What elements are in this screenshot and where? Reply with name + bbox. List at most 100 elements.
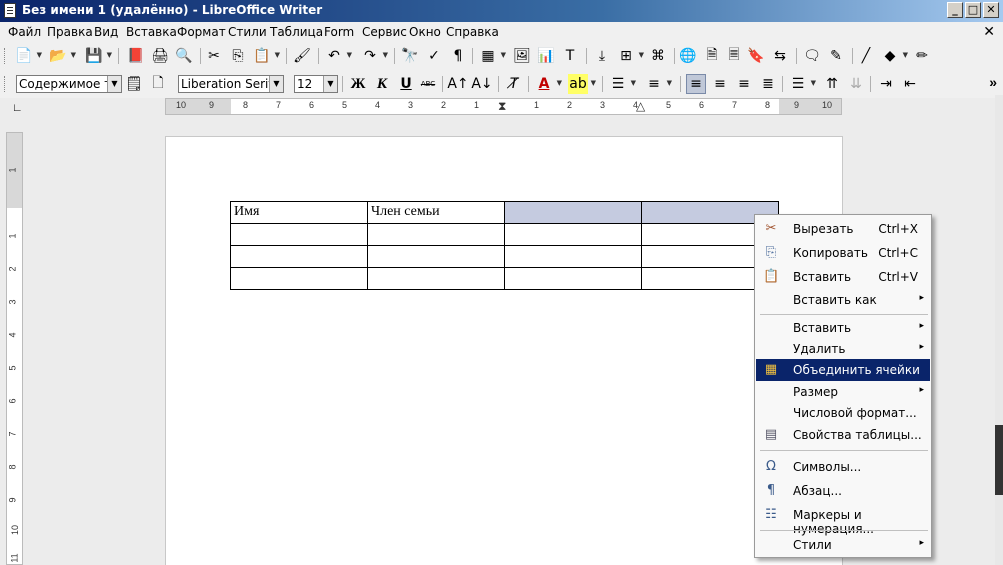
menu-styles[interactable]: Стили — [228, 25, 267, 39]
clear-formatting-icon[interactable]: T̸ — [504, 74, 524, 94]
decrease-indent-icon[interactable]: ⇤ — [900, 74, 920, 94]
insert-line-icon[interactable]: ╱ — [856, 46, 876, 66]
shrink-font-icon[interactable]: A↓ — [471, 74, 492, 94]
menu-form[interactable]: Form — [324, 25, 354, 39]
undo-icon[interactable]: ↶ ▼ — [324, 46, 352, 66]
chevron-down-icon[interactable]: ▼ — [269, 76, 283, 92]
menu-item-bullets-numbering[interactable]: ☷ Маркеры и нумерация... — [756, 504, 930, 536]
basic-shapes-icon[interactable]: ◆ ▼ — [880, 46, 908, 66]
font-name-select[interactable]: Liberation Serif ▼ — [178, 75, 284, 93]
spelling-icon[interactable]: ✓ — [424, 46, 444, 66]
menu-format[interactable]: Формат — [177, 25, 226, 39]
left-indent-marker-icon[interactable]: ⧗ — [498, 100, 506, 112]
scrollbar-thumb[interactable] — [995, 425, 1003, 495]
paste-icon[interactable]: 📋 ▼ — [252, 46, 280, 66]
table-cell-selected[interactable] — [504, 201, 642, 224]
insert-page-break-icon[interactable]: ⤓ — [592, 46, 612, 66]
vertical-ruler[interactable]: 1 1 2 3 4 5 6 7 8 9 10 11 — [6, 132, 23, 565]
table-cell[interactable] — [230, 245, 368, 268]
highlight-color-icon[interactable]: ab ▼ — [568, 74, 596, 94]
document-table[interactable]: Имя Член семьи — [230, 201, 779, 290]
more-options-icon[interactable]: » — [989, 74, 997, 90]
menu-view[interactable]: Вид — [94, 25, 118, 39]
cut-icon[interactable]: ✂ — [204, 46, 224, 66]
menu-item-symbols[interactable]: Ω Символы... — [756, 456, 930, 478]
menu-tools[interactable]: Сервис — [362, 25, 407, 39]
track-changes-icon[interactable]: ✎ — [826, 46, 846, 66]
table-cell[interactable] — [504, 245, 642, 268]
menu-window[interactable]: Окно — [409, 25, 441, 39]
right-indent-marker-icon[interactable]: △ — [636, 100, 645, 112]
table-cell[interactable] — [367, 267, 505, 290]
insert-bookmark-icon[interactable]: 🔖 — [746, 46, 766, 66]
insert-image-icon[interactable]: 🖼 — [512, 46, 532, 66]
decrease-paragraph-spacing-icon[interactable]: ⇊ — [846, 74, 866, 94]
table-cell[interactable] — [367, 245, 505, 268]
maximize-button[interactable]: □ — [965, 2, 981, 18]
menu-item-size[interactable]: Размер ▸ — [756, 381, 930, 403]
strikethrough-button[interactable]: ABC — [418, 74, 438, 94]
redo-icon[interactable]: ↷ ▼ — [360, 46, 388, 66]
font-color-icon[interactable]: A ▼ — [534, 74, 562, 94]
tab-type-icon[interactable]: ∟ — [12, 102, 23, 114]
menu-table[interactable]: Таблица — [270, 25, 323, 39]
underline-button[interactable]: U — [396, 74, 416, 94]
show-draw-functions-icon[interactable]: ✏ — [912, 46, 932, 66]
menu-edit[interactable]: Правка — [47, 25, 93, 39]
menu-help[interactable]: Справка — [446, 25, 499, 39]
table-cell[interactable] — [367, 223, 505, 246]
minimize-button[interactable]: _ — [947, 2, 963, 18]
menu-item-paste[interactable]: 📋 Вставить Ctrl+V — [756, 266, 930, 288]
unordered-list-icon[interactable]: ☰ ▼ — [608, 74, 636, 94]
insert-footnote-icon[interactable]: 🗎 — [702, 46, 722, 66]
paragraph-style-select[interactable]: Содержимое таб. ▼ — [16, 75, 122, 93]
insert-table-icon[interactable]: ▦ ▼ — [478, 46, 506, 66]
save-icon[interactable]: 💾 ▼ — [84, 46, 112, 66]
find-replace-icon[interactable]: 🔭 — [400, 46, 420, 66]
justify-icon[interactable]: ≣ — [758, 74, 778, 94]
vertical-scrollbar[interactable] — [995, 95, 1003, 565]
export-pdf-icon[interactable]: 📕 — [126, 46, 146, 66]
line-spacing-icon[interactable]: ☰ ▼ — [788, 74, 816, 94]
table-cell[interactable] — [504, 223, 642, 246]
table-cell[interactable] — [504, 267, 642, 290]
menu-item-paste-special[interactable]: Вставить как ▸ — [756, 289, 930, 311]
insert-special-character-icon[interactable]: ⌘ — [648, 46, 668, 66]
insert-cross-reference-icon[interactable]: ⇆ — [770, 46, 790, 66]
menu-item-copy[interactable]: ⎘ Копировать Ctrl+C — [756, 242, 930, 264]
print-icon[interactable]: 🖨 — [150, 46, 170, 66]
table-cell[interactable] — [230, 223, 368, 246]
align-center-icon[interactable]: ≡ — [710, 74, 730, 94]
menu-item-table-properties[interactable]: ▤ Свойства таблицы... — [756, 424, 930, 446]
horizontal-ruler[interactable]: 10 9 8 7 6 5 4 3 2 1 ⧗ 1 2 3 4 △ 5 6 7 8… — [165, 98, 842, 115]
update-style-icon[interactable]: 🗒 — [124, 74, 144, 94]
font-size-select[interactable]: 12 ▼ — [294, 75, 338, 93]
ordered-list-icon[interactable]: ≡ ▼ — [644, 74, 672, 94]
menu-item-delete[interactable]: Удалить ▸ — [756, 338, 930, 360]
table-cell[interactable]: Имя — [230, 201, 368, 224]
insert-comment-icon[interactable]: 🗨 — [802, 46, 822, 66]
menu-item-insert[interactable]: Вставить ▸ — [756, 317, 930, 339]
close-button[interactable]: ✕ — [983, 2, 999, 18]
italic-button[interactable]: К — [372, 74, 392, 94]
menu-insert[interactable]: Вставка — [126, 25, 177, 39]
chevron-down-icon[interactable]: ▼ — [323, 76, 337, 92]
print-preview-icon[interactable]: 🔍 — [174, 46, 194, 66]
chevron-down-icon[interactable]: ▼ — [107, 76, 121, 92]
menu-item-cut[interactable]: ✂ Вырезать Ctrl+X — [756, 218, 930, 240]
copy-icon[interactable]: ⎘ — [228, 46, 248, 66]
menu-file[interactable]: Файл — [8, 25, 41, 39]
menu-item-merge-cells[interactable]: ▦ Объединить ячейки — [756, 359, 930, 381]
new-style-icon[interactable]: 🗋 — [148, 74, 168, 94]
toolbar-grip[interactable] — [4, 76, 7, 92]
insert-chart-icon[interactable]: 📊 — [536, 46, 556, 66]
open-folder-icon[interactable]: 📂 ▼ — [48, 46, 76, 66]
close-document-icon[interactable]: ✕ — [983, 23, 995, 40]
toolbar-grip[interactable] — [4, 48, 7, 64]
increase-paragraph-spacing-icon[interactable]: ⇈ — [822, 74, 842, 94]
align-right-icon[interactable]: ≡ — [734, 74, 754, 94]
insert-endnote-icon[interactable]: 🗏 — [724, 46, 744, 66]
table-cell[interactable] — [230, 267, 368, 290]
clone-formatting-icon[interactable]: 🖌 — [292, 46, 312, 66]
insert-textbox-icon[interactable]: T — [560, 46, 580, 66]
